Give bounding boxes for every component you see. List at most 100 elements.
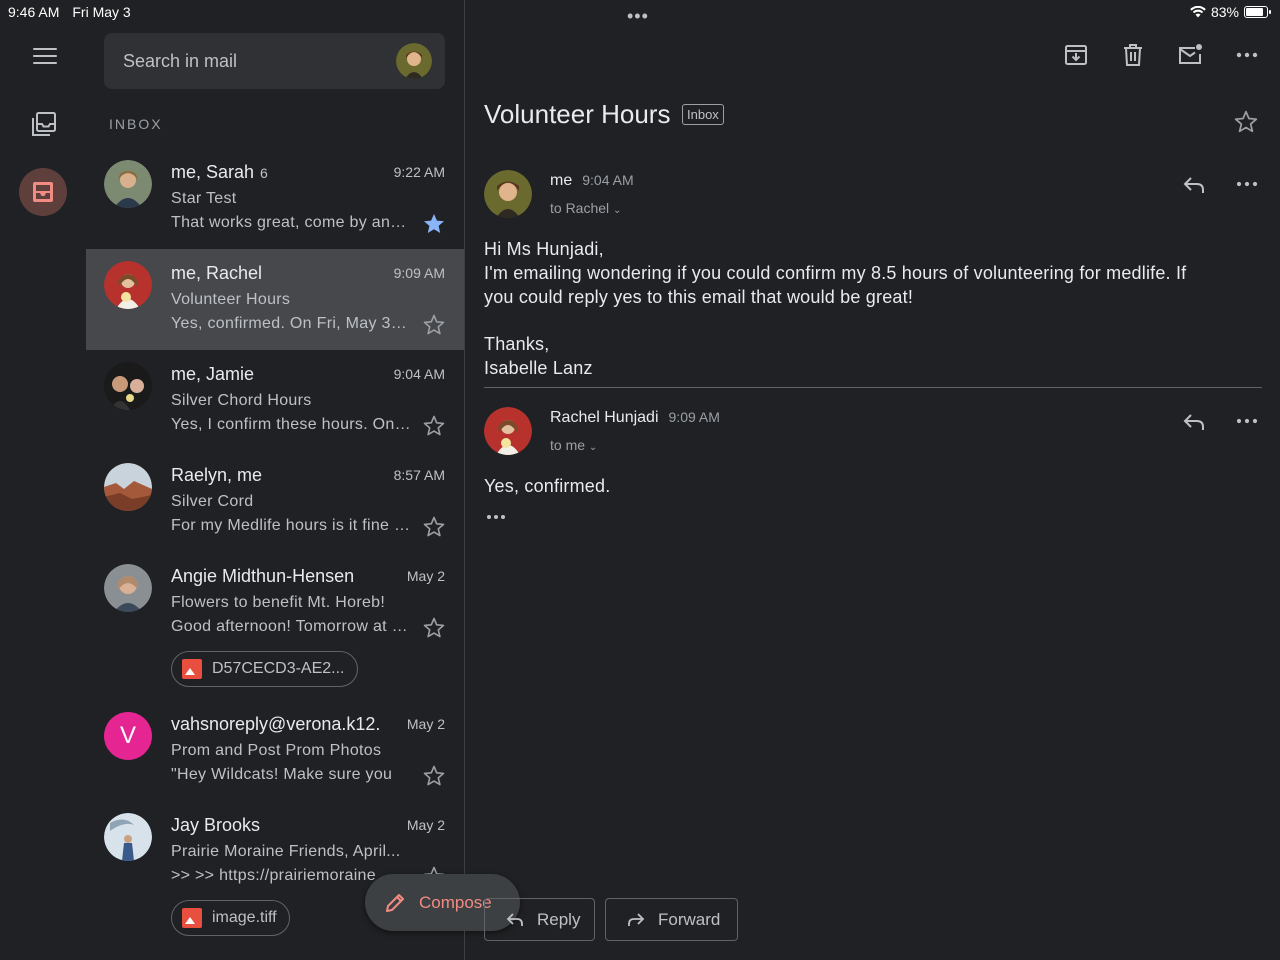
chevron-down-icon: ⌄	[613, 205, 622, 216]
message-divider	[484, 387, 1262, 388]
thread-row-selected[interactable]: me, Rachel 9:09 AM Volunteer Hours Yes, …	[86, 249, 464, 350]
reply-icon[interactable]	[1181, 409, 1207, 435]
sender-avatar	[104, 813, 152, 861]
message-time: 9:09 AM	[668, 409, 720, 425]
show-trimmed-content-icon[interactable]	[484, 507, 510, 527]
thread-time: 9:09 AM	[393, 265, 445, 281]
message-body: Hi Ms Hunjadi, I'm emailing wondering if…	[484, 237, 1186, 380]
body-greeting: Hi Ms Hunjadi,	[484, 239, 604, 259]
search-bar[interactable]: Search in mail	[104, 33, 445, 89]
star-outline-icon[interactable]	[422, 616, 446, 640]
message-sender: Rachel Hunjadi 9:09 AM	[550, 409, 720, 426]
thread-title: Volunteer Hours	[484, 99, 671, 129]
thread-sender: Angie Midthun-Hensen	[171, 566, 355, 586]
reading-pane: Volunteer Hours Inbox me 9:04 AM to Rache…	[465, 0, 1280, 960]
thread-subject: Prairie Moraine Friends, April...	[171, 843, 401, 860]
reply-label: Reply	[537, 909, 581, 929]
star-outline-icon[interactable]	[422, 414, 446, 438]
thread-snippet: Yes, confirmed. On Fri, May 3, 2024	[171, 315, 411, 332]
reply-icon[interactable]	[1181, 172, 1207, 198]
forward-label: Forward	[658, 909, 721, 929]
thread-row[interactable]: Angie Midthun-Hensen May 2 Flowers to be…	[86, 552, 464, 700]
message-time: 9:04 AM	[582, 172, 634, 188]
image-attachment-icon	[182, 659, 202, 679]
thread-subject: Volunteer Hours	[171, 291, 291, 308]
forward-icon	[628, 912, 645, 926]
thread-row[interactable]: me, Jamie 9:04 AM Silver Chord Hours Yes…	[86, 350, 464, 451]
attachment-name: image.tiff	[212, 909, 277, 926]
more-options-icon[interactable]	[1235, 172, 1259, 196]
inbox-label-badge[interactable]: Inbox	[682, 104, 724, 125]
thread-row[interactable]: me, Sarah 6 9:22 AM Star Test That works …	[86, 148, 464, 249]
image-attachment-icon	[182, 908, 202, 928]
inbox-section-label: INBOX	[109, 116, 163, 132]
thread-sender: Raelyn, me	[171, 465, 263, 485]
trash-icon[interactable]	[1120, 42, 1146, 68]
message-body: Yes, confirmed.	[484, 476, 611, 496]
thread-sender: me, Jamie	[171, 364, 255, 384]
star-outline-icon[interactable]	[422, 313, 446, 337]
thread-sender: me, Sarah 6	[171, 162, 268, 182]
thread-time: 9:22 AM	[393, 164, 445, 180]
more-options-icon[interactable]	[1235, 409, 1259, 433]
message-recipients[interactable]: to me ⌄	[550, 437, 597, 453]
thread-subject: Prom and Post Prom Photos	[171, 742, 382, 759]
menu-icon[interactable]	[30, 42, 60, 70]
thread-list-pane: Search in mail INBOX me, Sarah 6 9:22 AM …	[86, 0, 520, 960]
star-filled-icon[interactable]	[422, 212, 446, 236]
reply-button[interactable]: Reply	[484, 898, 595, 941]
attachment-chip[interactable]: image.tiff	[171, 900, 290, 936]
archive-icon[interactable]	[1063, 42, 1089, 68]
thread-snippet: That works great, come by and I will sig…	[171, 214, 411, 231]
sender-avatar-letter: V	[104, 712, 152, 760]
thread-time: 9:04 AM	[393, 366, 445, 382]
star-outline-icon[interactable]	[1233, 109, 1259, 135]
thread-subject: Silver Chord Hours	[171, 392, 312, 409]
thread-sender: me, Rachel	[171, 263, 263, 283]
attachment-chip[interactable]: D57CECD3-AE2...	[171, 651, 358, 687]
thread-subject: Star Test	[171, 190, 237, 207]
sender-avatar	[104, 362, 152, 410]
sender-avatar	[104, 564, 152, 612]
thread-snippet: For my Medlife hours is it fine if I	[171, 517, 411, 534]
body-signoff: Thanks,	[484, 334, 550, 354]
reply-icon	[506, 912, 523, 926]
pencil-icon	[386, 893, 404, 912]
sender-avatar	[104, 463, 152, 511]
forward-button[interactable]: Forward	[605, 898, 738, 941]
all-inboxes-icon[interactable]	[30, 110, 58, 138]
inbox-icon	[33, 182, 53, 202]
thread-snippet: Good afternoon! Tomorrow at the	[171, 618, 411, 635]
message-sender: me 9:04 AM	[550, 172, 634, 189]
thread-subject: Flowers to benefit Mt. Horeb!	[171, 594, 386, 611]
thread-time: May 2	[406, 568, 445, 584]
chevron-down-icon: ⌄	[588, 442, 598, 453]
more-options-icon[interactable]	[1234, 42, 1260, 68]
search-placeholder: Search in mail	[123, 50, 238, 71]
account-avatar[interactable]	[396, 43, 432, 79]
thread-time: May 2	[406, 817, 445, 833]
thread-snippet: Yes, I confirm these hours. On Fri	[171, 416, 411, 433]
thread-row[interactable]: V vahsnoreply@verona.k12. May 2 Prom and…	[86, 700, 464, 801]
message-recipients[interactable]: to Rachel ⌄	[550, 200, 621, 216]
attachment-name: D57CECD3-AE2...	[212, 660, 345, 677]
thread-row[interactable]: Raelyn, me 8:57 AM Silver Cord For my Me…	[86, 451, 464, 552]
thread-time: May 2	[406, 716, 445, 732]
message-toolbar	[1063, 42, 1260, 68]
mark-unread-icon[interactable]	[1177, 42, 1203, 68]
thread-subject: Silver Cord	[171, 493, 254, 510]
body-line: you could reply yes to this email that w…	[484, 287, 914, 307]
sender-avatar	[484, 170, 532, 218]
star-outline-icon[interactable]	[422, 764, 446, 788]
thread-sender: Jay Brooks	[171, 815, 261, 835]
sender-avatar	[104, 160, 152, 208]
thread-time: 8:57 AM	[393, 467, 445, 483]
thread-count: 6	[260, 165, 268, 181]
thread-snippet: "Hey Wildcats! Make sure you	[171, 766, 393, 783]
body-line: I'm emailing wondering if you could conf…	[484, 263, 1187, 283]
inbox-nav-button[interactable]	[19, 168, 67, 216]
star-outline-icon[interactable]	[422, 515, 446, 539]
nav-rail	[0, 0, 86, 960]
body-signature: Isabelle Lanz	[484, 358, 593, 378]
sender-avatar	[484, 407, 532, 455]
